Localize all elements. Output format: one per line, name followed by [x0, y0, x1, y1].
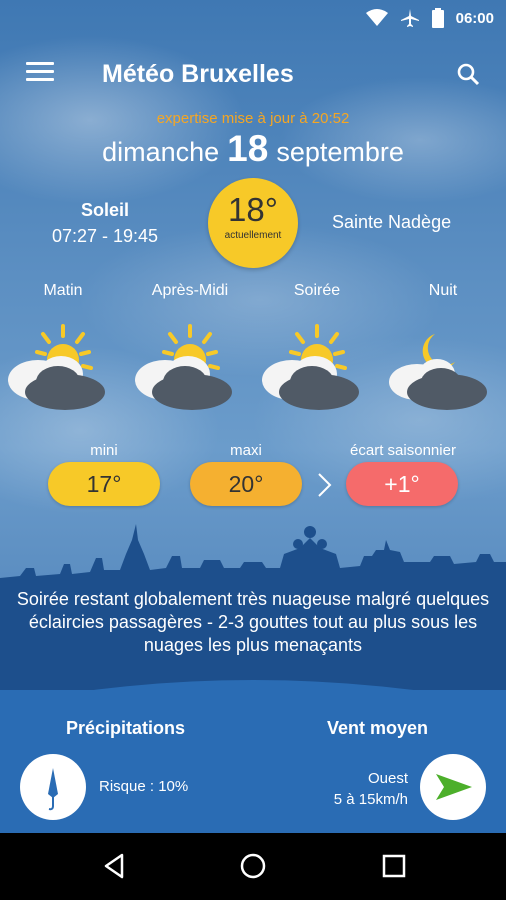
- wind-info: Ouest 5 à 15km/h: [334, 768, 408, 810]
- period-label-matin: Matin: [43, 282, 83, 299]
- min-label: mini: [90, 442, 118, 459]
- min-temp-pill: 17°: [48, 462, 160, 506]
- wind-button[interactable]: [420, 754, 486, 820]
- recents-icon[interactable]: [382, 854, 406, 878]
- current-temp-label: actuellement: [224, 230, 282, 241]
- precip-risk: Risque : 10%: [99, 778, 189, 795]
- status-bar: 06:00: [0, 0, 506, 34]
- night-cloudy-icon[interactable]: [383, 322, 493, 412]
- date-display: dimanche 18 septembre: [0, 128, 506, 170]
- umbrella-button[interactable]: [20, 754, 86, 820]
- search-icon[interactable]: [456, 62, 480, 86]
- period-label-nuit: Nuit: [428, 282, 458, 299]
- home-icon[interactable]: [240, 853, 266, 879]
- airplane-icon: [400, 9, 419, 27]
- battery-icon: [431, 8, 444, 28]
- wind-title: Vent moyen: [327, 718, 429, 738]
- app-bar: Météo Bruxelles: [0, 48, 506, 100]
- seasonal-gap-label: écart saisonnier: [350, 442, 456, 459]
- date-month: septembre: [276, 137, 404, 167]
- precip-title: Précipitations: [66, 718, 186, 738]
- current-temp: 18°: [228, 191, 278, 228]
- sun-label: Soleil: [80, 200, 129, 220]
- date-day: 18: [227, 128, 269, 169]
- partly-cloudy-rain-icon[interactable]: [257, 322, 367, 412]
- back-icon[interactable]: [102, 853, 126, 879]
- current-temp-badge: 18° actuellement: [208, 178, 298, 268]
- forecast-description: Soirée restant globalement très nuageuse…: [16, 589, 490, 655]
- nav-bar: [0, 833, 506, 900]
- seasonal-gap-pill: +1°: [346, 462, 458, 506]
- chevron-right-icon: [318, 473, 332, 497]
- date-weekday: dimanche: [102, 137, 220, 167]
- max-temp-pill: 20°: [190, 462, 302, 506]
- sun-times: 07:27 - 19:45: [51, 226, 159, 246]
- period-label-soiree: Soirée: [293, 282, 341, 299]
- wind-direction: Ouest: [367, 770, 408, 787]
- update-time: expertise mise à jour à 20:52: [156, 110, 350, 127]
- wind-speed: 5 à 15km/h: [333, 791, 408, 808]
- saint-of-day: Sainte Nadège: [332, 212, 452, 232]
- app-title: Météo Bruxelles: [102, 60, 294, 88]
- period-label-apres-midi: Après-Midi: [151, 282, 229, 299]
- menu-icon[interactable]: [26, 62, 54, 84]
- umbrella-icon: [48, 768, 58, 811]
- status-time: 06:00: [455, 9, 494, 27]
- wifi-icon: [365, 9, 388, 26]
- wind-arrow-icon: [436, 774, 472, 800]
- partly-cloudy-rain-icon[interactable]: [3, 322, 113, 412]
- partly-cloudy-rain-icon[interactable]: [130, 322, 240, 412]
- max-label: maxi: [230, 442, 262, 459]
